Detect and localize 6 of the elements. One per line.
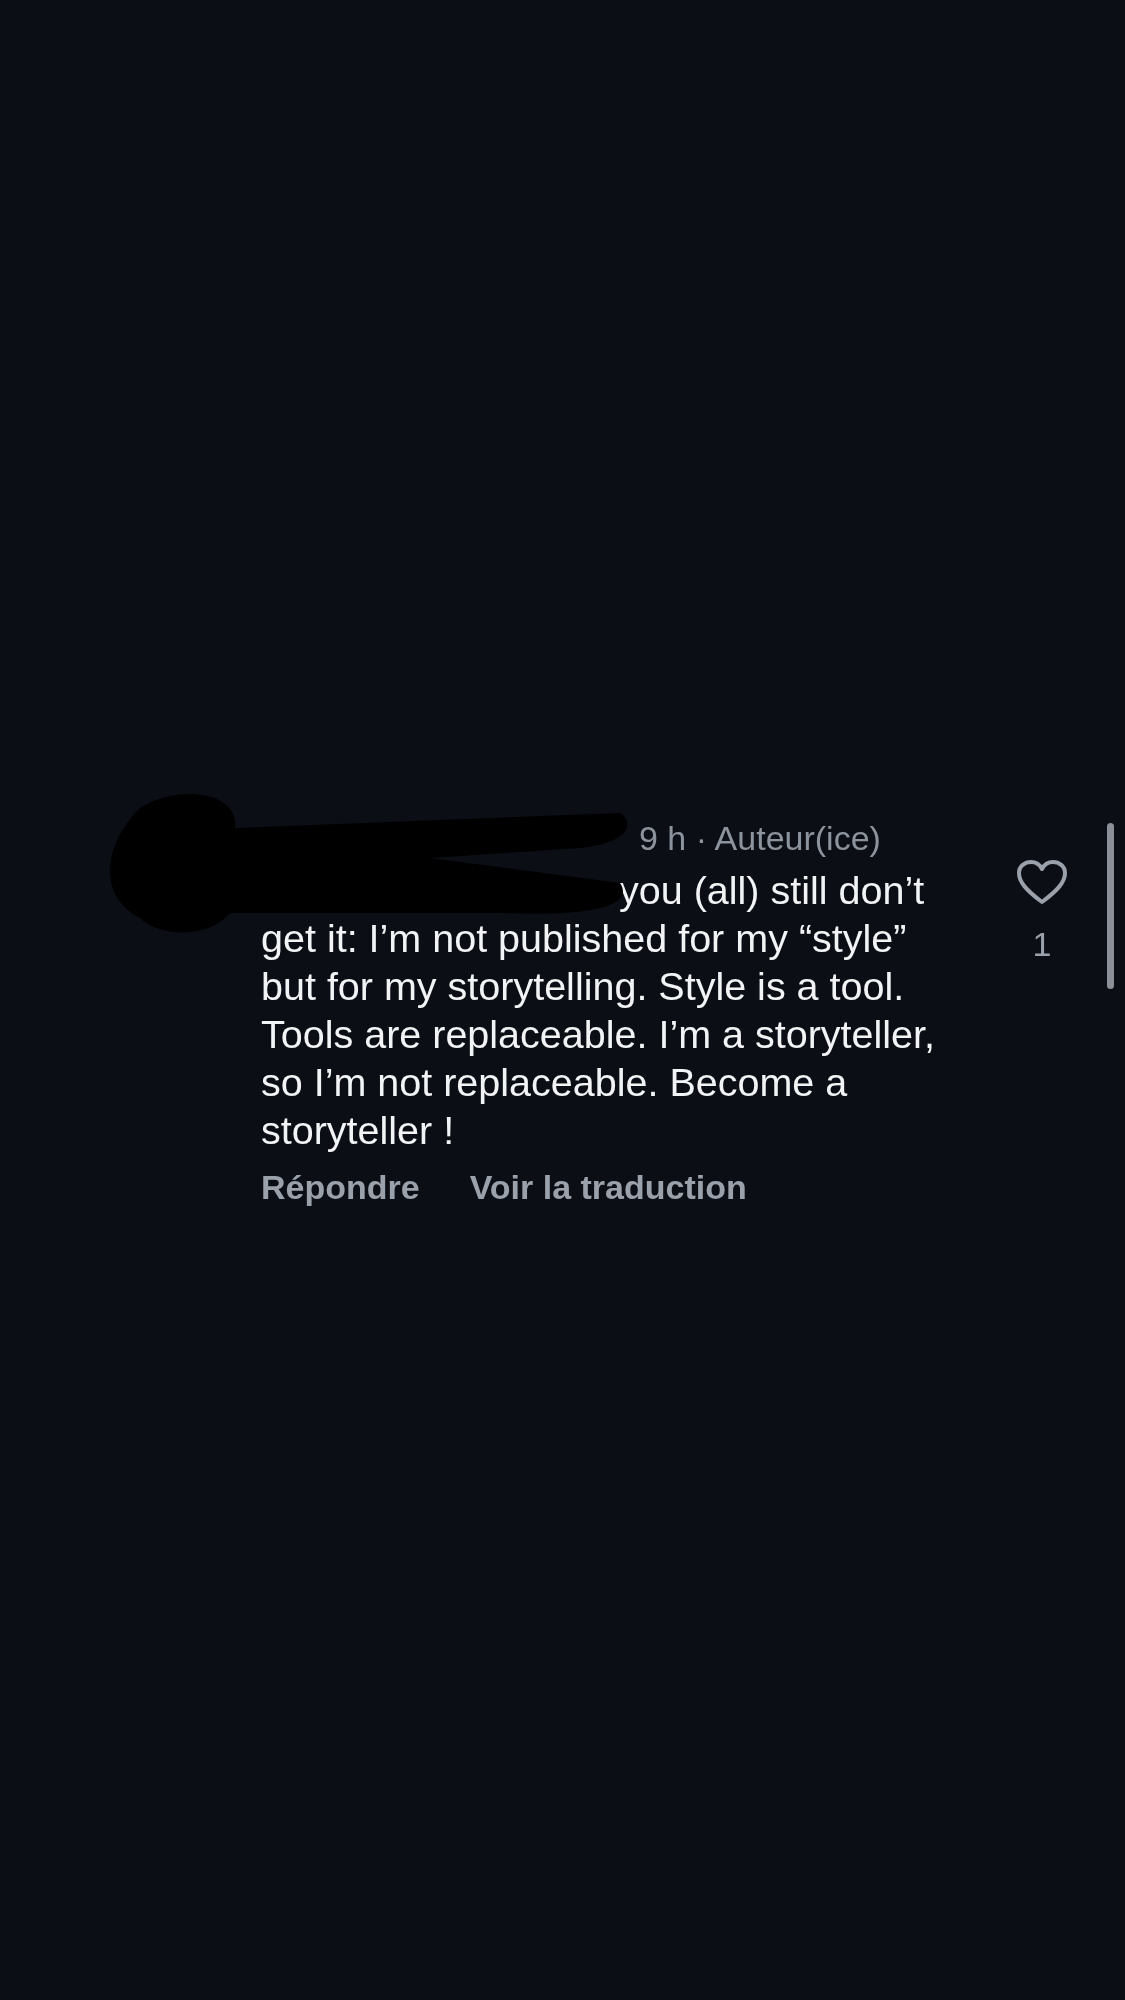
translate-link[interactable]: Voir la traduction [469,1168,747,1207]
comment-meta: 9 h · Auteur(ice) [639,818,882,859]
reply-link[interactable]: Répondre [261,1168,420,1207]
comment-text: you (all) still don’t get it: I’m not published for my “style” but for my storytelling. Style is a tool. Tools are replaceable. I’m a storyteller, so I’m not replaceable. Become a storyteller ! [261,867,936,1154]
scrollbar[interactable] [1107,823,1114,989]
like-count: 1 [1032,925,1052,964]
